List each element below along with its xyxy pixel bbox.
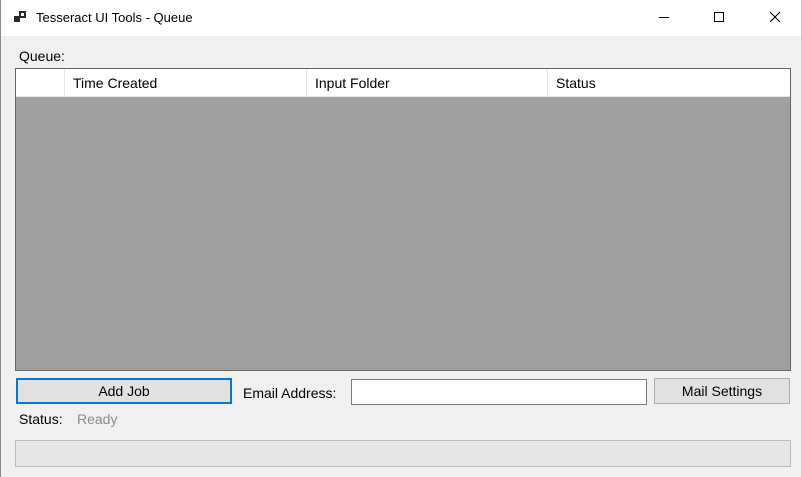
mail-settings-button[interactable]: Mail Settings: [654, 378, 790, 404]
queue-window: Tesseract UI Tools - Queue Queue: Time C…: [0, 0, 802, 477]
queue-grid[interactable]: Time Created Input Folder Status: [15, 68, 791, 371]
column-header-status[interactable]: Status: [548, 69, 790, 96]
column-header-input-folder[interactable]: Input Folder: [307, 69, 548, 96]
queue-label: Queue:: [19, 48, 65, 64]
add-job-button[interactable]: Add Job: [16, 378, 232, 404]
app-window-icon: [14, 10, 28, 24]
maximize-icon: [713, 10, 725, 26]
maximize-button[interactable]: [696, 0, 742, 36]
title-bar[interactable]: Tesseract UI Tools - Queue: [1, 0, 801, 36]
email-address-label: Email Address:: [243, 385, 337, 401]
column-header-time-created[interactable]: Time Created: [65, 69, 307, 96]
status-label: Status:: [19, 411, 63, 427]
column-header-row-selector[interactable]: [16, 69, 65, 96]
progress-bar: [15, 440, 791, 467]
minimize-button[interactable]: [641, 0, 687, 36]
email-address-input[interactable]: [351, 379, 647, 405]
minimize-icon: [658, 10, 670, 26]
close-button[interactable]: [752, 0, 798, 36]
status-value: Ready: [77, 411, 118, 427]
queue-grid-header: Time Created Input Folder Status: [16, 69, 790, 97]
window-title: Tesseract UI Tools - Queue: [36, 10, 193, 25]
close-icon: [769, 10, 781, 26]
